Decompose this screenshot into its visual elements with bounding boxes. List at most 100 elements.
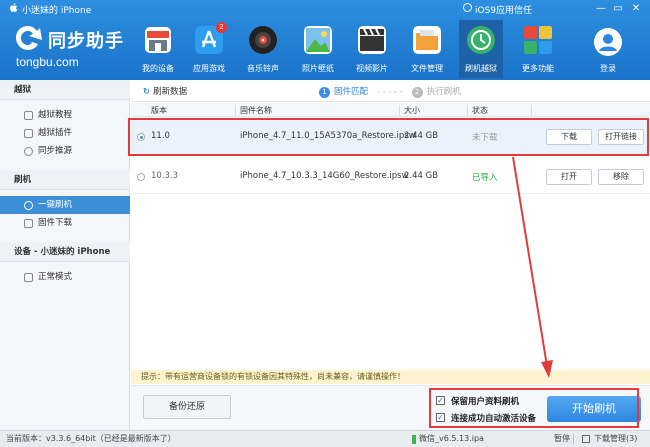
phone-icon	[24, 273, 33, 282]
logo-icon	[16, 26, 42, 50]
sidebar-item-label: 正常模式	[38, 272, 73, 282]
nav-label: 刷机越狱	[465, 64, 497, 73]
folder-icon	[413, 26, 441, 54]
trust-icon	[463, 3, 472, 12]
col-status: 状态	[472, 106, 488, 115]
ios-trust-link[interactable]: iOS9应用信任	[475, 3, 532, 16]
progress-steps: 1 固件匹配 - - - - - 2 执行刷机	[319, 85, 461, 98]
firmware-icon	[24, 219, 33, 228]
nav-music-ringtones[interactable]: 音乐铃声	[241, 20, 285, 78]
nav-label: 音乐铃声	[247, 64, 279, 73]
refresh-label: 刷新数据	[153, 87, 188, 97]
nav-label: 我的设备	[142, 64, 174, 73]
nav-more-features[interactable]: 更多功能	[516, 20, 560, 78]
logo-name: 同步助手	[48, 31, 124, 52]
step-1-label: 固件匹配	[334, 87, 369, 97]
warning-tip: 提示：带有运营商设备锁的有锁设备因其特殊性，尚未兼容，请谨慎操作！	[131, 370, 650, 384]
highlight-box	[429, 388, 639, 428]
nav-label: 文件管理	[411, 64, 443, 73]
nav-apps-games[interactable]: 2 应用游戏	[187, 20, 231, 78]
nav-photos-wallpapers[interactable]: 照片壁纸	[296, 20, 340, 78]
sidebar-item-label: 固件下载	[38, 218, 73, 228]
sidebar-section-jailbreak: 越狱	[0, 80, 130, 100]
pause-button[interactable]: 暂停	[554, 431, 570, 447]
sidebar-section-flash: 刷机	[0, 170, 130, 190]
grid-icon	[524, 26, 552, 54]
sidebar-item-firmware-download[interactable]: 固件下载	[0, 214, 130, 232]
refresh-icon: ↻	[143, 87, 151, 97]
step-arrow-icon: - - - - -	[376, 87, 403, 97]
store-icon	[145, 27, 171, 53]
row-radio[interactable]	[137, 173, 145, 181]
column-divider	[467, 105, 468, 117]
apple-icon	[10, 3, 18, 12]
minimize-button[interactable]: —	[594, 2, 608, 15]
column-divider	[399, 105, 400, 117]
toolbar: ↻ 刷新数据 1 固件匹配 - - - - - 2 执行刷机	[131, 80, 650, 102]
sidebar-item-jailbreak-plugins[interactable]: 越狱插件	[0, 124, 130, 142]
music-disc-icon	[249, 26, 277, 54]
photo-icon	[304, 26, 332, 54]
source-icon	[24, 147, 33, 156]
col-size: 大小	[404, 106, 420, 115]
divider	[573, 434, 574, 444]
sidebar-item-jailbreak-tutorial[interactable]: 越狱教程	[0, 106, 130, 124]
open-button[interactable]: 打开	[546, 169, 592, 185]
sidebar-item-label: 越狱插件	[38, 128, 73, 138]
sidebar-item-label: 一键刷机	[38, 200, 73, 210]
col-version: 版本	[151, 106, 167, 115]
nav-flash-jailbreak[interactable]: 刷机越狱	[459, 20, 503, 78]
login-button[interactable]: 登录	[588, 28, 628, 76]
nav-videos[interactable]: 视频影片	[350, 20, 394, 78]
user-icon	[594, 28, 622, 56]
column-divider	[235, 105, 236, 117]
title-bar: 小迷妹的 iPhone iOS9应用信任 — ▭ ✕	[0, 0, 650, 18]
sidebar: 越狱 越狱教程 越狱插件 同步推源 刷机 一键刷机 固件下载 设备 - 小迷妹的…	[0, 80, 130, 430]
row-firmware-name: iPhone_4.7_10.3.3_14G60_Restore.ipsw	[240, 171, 409, 181]
logo-url: tongbu.com	[16, 55, 79, 69]
col-firmware-name: 固件名称	[240, 106, 272, 115]
firmware-table-header: 版本 固件名称 大小 状态	[131, 103, 650, 117]
restore-button[interactable]: ▭	[611, 2, 625, 15]
login-label: 登录	[600, 64, 616, 73]
sidebar-item-normal-mode[interactable]: 正常模式	[0, 268, 130, 286]
app-logo: 同步助手 tongbu.com	[12, 22, 132, 70]
status-bar: 当前版本：v3.3.6_64bit（已经是最新版本了） 微信_v6.5.13.i…	[0, 430, 650, 447]
step-1-number: 1	[319, 87, 330, 98]
nav-label: 更多功能	[522, 64, 554, 73]
flash-icon	[24, 201, 33, 210]
row-version: 10.3.3	[151, 171, 179, 181]
clapper-icon	[358, 26, 386, 54]
nav-file-manager[interactable]: 文件管理	[405, 20, 449, 78]
row-size: 2.44 GB	[404, 171, 439, 181]
sidebar-section-device: 设备 - 小迷妹的 iPhone	[0, 242, 130, 262]
nav-label: 视频影片	[356, 64, 388, 73]
download-manager-button[interactable]: 下载管理(3)	[594, 431, 637, 447]
nav-label: 应用游戏	[193, 64, 225, 73]
column-divider	[531, 105, 532, 117]
app-header: 小迷妹的 iPhone iOS9应用信任 — ▭ ✕ 同步助手 tongbu.c…	[0, 0, 650, 80]
document-icon	[24, 111, 33, 120]
refresh-button[interactable]: ↻ 刷新数据	[143, 85, 187, 97]
sidebar-item-tongbu-source[interactable]: 同步推源	[0, 142, 130, 160]
sidebar-item-one-click-flash[interactable]: 一键刷机	[0, 196, 130, 214]
close-button[interactable]: ✕	[629, 2, 643, 15]
sidebar-item-label: 越狱教程	[38, 110, 73, 120]
update-count-badge: 2	[216, 22, 227, 33]
download-manager-icon	[582, 435, 590, 443]
row-status: 已导入	[472, 173, 498, 183]
highlight-box	[128, 118, 649, 156]
nav-label: 照片壁纸	[302, 64, 334, 73]
sidebar-item-label: 同步推源	[38, 146, 73, 156]
version-info: 当前版本：v3.3.6_64bit（已经是最新版本了）	[6, 434, 176, 443]
backup-restore-button[interactable]: 备份还原	[143, 395, 231, 419]
remove-button[interactable]: 移除	[598, 169, 644, 185]
device-name: 小迷妹的 iPhone	[22, 6, 92, 16]
download-progress-icon	[412, 435, 416, 444]
table-row[interactable]: 10.3.3 iPhone_4.7_10.3.3_14G60_Restore.i…	[131, 160, 650, 194]
plugin-icon	[24, 129, 33, 138]
step-2-label: 执行刷机	[426, 87, 461, 97]
nav-my-device[interactable]: 我的设备	[136, 20, 180, 78]
download-item-name: 微信_v6.5.13.ipa	[419, 434, 484, 443]
step-2-number: 2	[411, 87, 423, 98]
